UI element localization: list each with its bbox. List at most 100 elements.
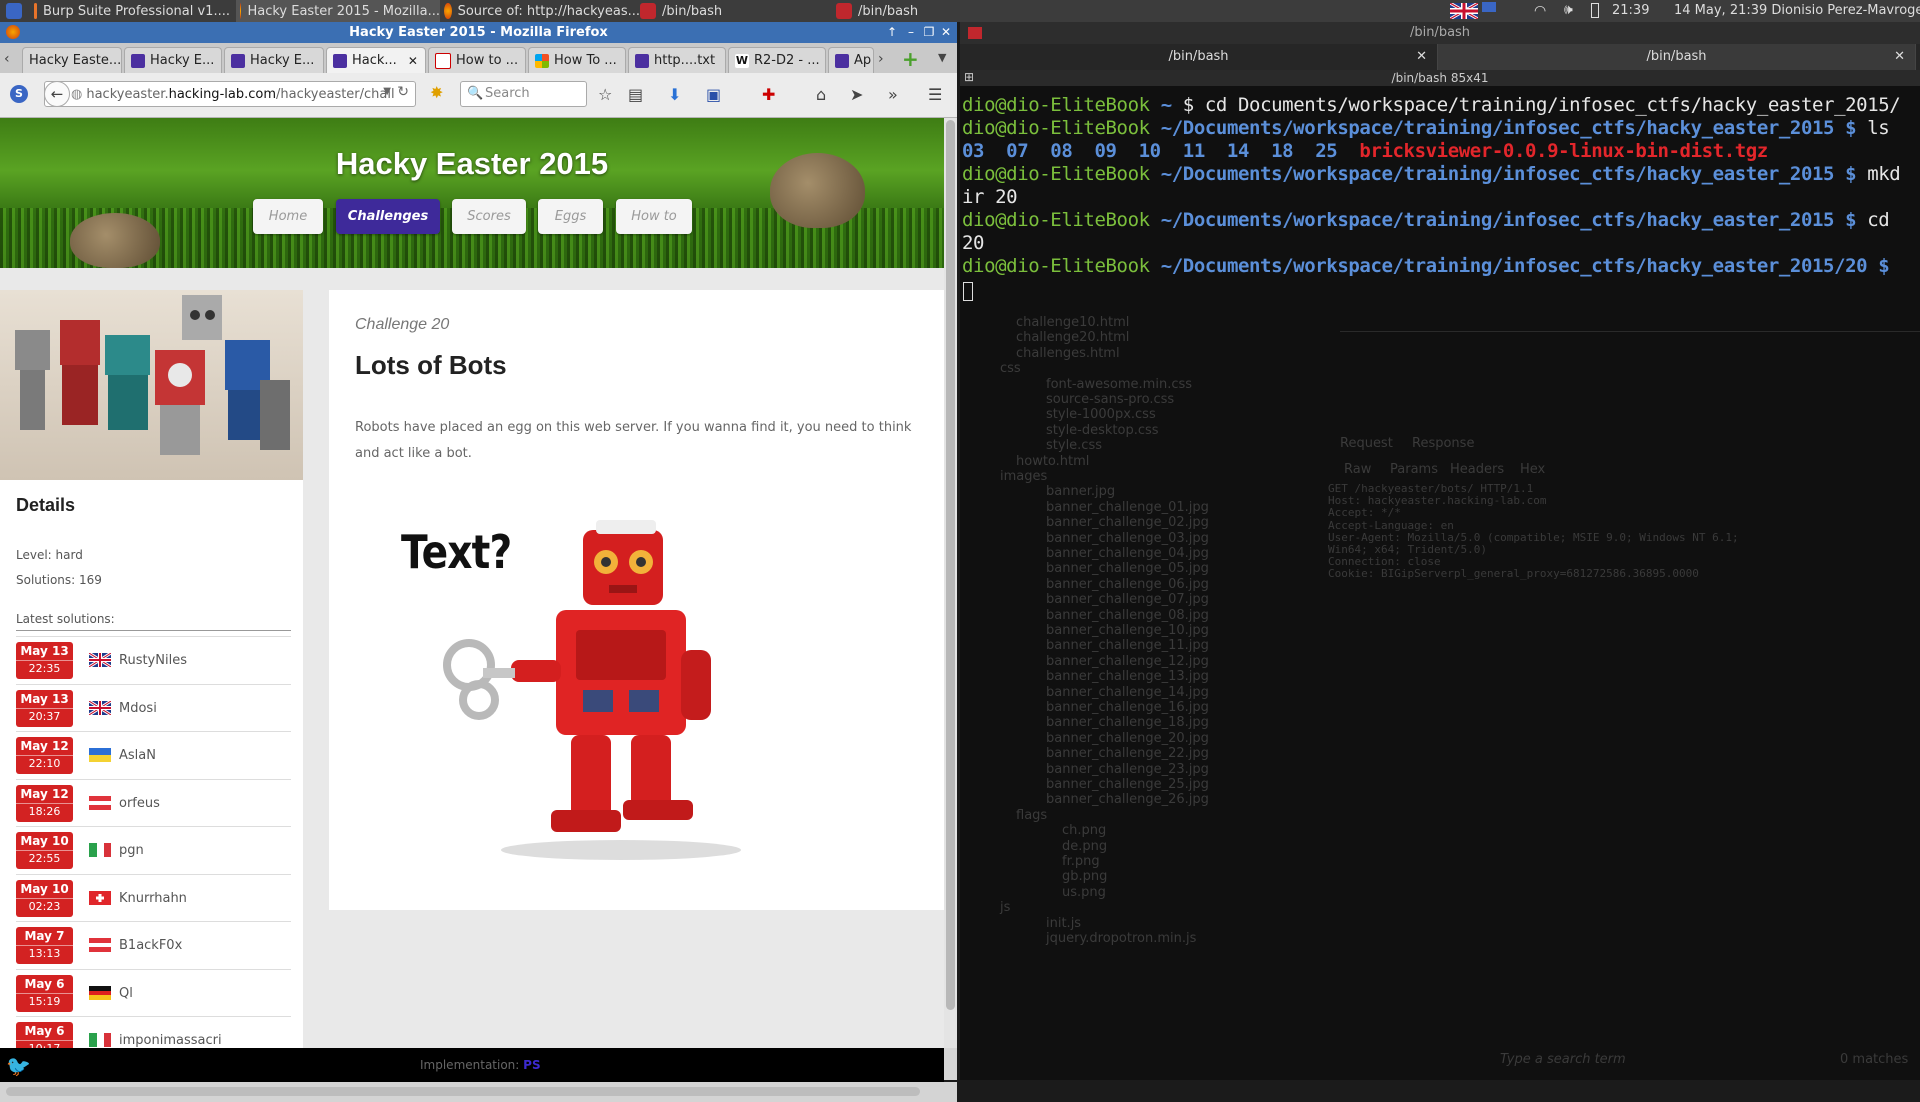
ghost-file-entry: banner_challenge_18.jpg bbox=[1046, 715, 1209, 731]
terminal-tab-1[interactable]: /bin/bash ✕ bbox=[960, 44, 1438, 70]
taskbar-item-firefox[interactable]: Hacky Easter 2015 - Mozilla... bbox=[236, 0, 440, 22]
download-icon[interactable]: ⬇ bbox=[668, 85, 681, 104]
taskbar-item-bash-1[interactable]: /bin/bash bbox=[640, 0, 790, 22]
workspace-icon[interactable] bbox=[1482, 2, 1496, 12]
twitter-icon[interactable]: 🐦 bbox=[6, 1054, 31, 1078]
scrollbar-thumb[interactable] bbox=[946, 120, 955, 1010]
tab-6[interactable]: How To ... bbox=[528, 47, 626, 73]
horizontal-scrollbar[interactable] bbox=[0, 1082, 957, 1102]
windows-favicon bbox=[535, 53, 549, 68]
tab-7[interactable]: http....txt bbox=[628, 47, 726, 73]
tab-close-icon[interactable]: ✕ bbox=[1894, 44, 1905, 70]
tab-list-icon[interactable]: ▼ bbox=[938, 51, 946, 64]
wifi-icon[interactable]: ◠ bbox=[1534, 3, 1546, 19]
wikipedia-favicon: W bbox=[735, 53, 749, 68]
sidebar: Details Level: hard Solutions: 169 Lates… bbox=[0, 290, 303, 1048]
split-icon[interactable]: ⊞ bbox=[964, 70, 974, 84]
save-icon[interactable]: ▣ bbox=[706, 85, 721, 104]
app-menu-icon[interactable] bbox=[6, 0, 22, 22]
ua-flag-icon bbox=[89, 748, 111, 762]
tab-9[interactable]: Ap bbox=[828, 47, 874, 73]
nav-challenges[interactable]: Challenges bbox=[336, 199, 440, 234]
ghost-file-entry: style-desktop.css bbox=[1046, 422, 1159, 438]
ghost-file-entry: challenge20.html bbox=[1016, 330, 1130, 346]
terminal-titlebar: /bin/bash bbox=[960, 22, 1920, 44]
tab-close-icon[interactable]: ✕ bbox=[408, 54, 418, 68]
bookmark-star-icon[interactable]: ☆ bbox=[598, 85, 612, 104]
battery-icon[interactable] bbox=[1591, 3, 1599, 18]
keyboard-layout-flag-icon[interactable] bbox=[1449, 1, 1479, 21]
nav-howto[interactable]: How to bbox=[616, 199, 692, 234]
site-identity-icon[interactable]: ◍ bbox=[71, 87, 82, 102]
send-icon[interactable]: ➤ bbox=[850, 85, 863, 104]
footer-link[interactable]: PS bbox=[523, 1058, 540, 1072]
hscroll-thumb[interactable] bbox=[6, 1087, 920, 1096]
tab-scroll-right-icon[interactable]: › bbox=[878, 51, 884, 67]
tab-close-icon[interactable]: ✕ bbox=[1416, 44, 1427, 70]
sync-icon[interactable]: S bbox=[10, 85, 28, 103]
minimize-button[interactable]: – bbox=[904, 25, 918, 39]
ghost-file-entry: us.png bbox=[1062, 884, 1106, 900]
restore-button[interactable]: ❐ bbox=[922, 25, 936, 39]
solution-time: 20:37 bbox=[16, 707, 73, 723]
firefox-titlebar: Hacky Easter 2015 - Mozilla Firefox ↑ – … bbox=[0, 22, 957, 43]
solution-date: May 6 bbox=[24, 976, 65, 991]
reading-list-icon[interactable]: ▤ bbox=[628, 85, 643, 104]
page-scrollbar[interactable] bbox=[944, 118, 957, 1048]
taskbar-item-source[interactable]: Source of: http://hackyeas... bbox=[444, 0, 640, 22]
taskbar-item-bash-2[interactable]: /bin/bash bbox=[836, 0, 986, 22]
terminal-tab-2[interactable]: /bin/bash ✕ bbox=[1438, 44, 1916, 70]
volume-icon[interactable]: 🕪 bbox=[1564, 2, 1573, 18]
de-flag-icon bbox=[89, 985, 111, 1000]
ghost-file-entry: howto.html bbox=[1016, 453, 1090, 469]
url-dropdown-icon[interactable]: ▼ bbox=[383, 86, 391, 97]
back-button[interactable]: ← bbox=[44, 81, 70, 107]
close-button[interactable]: ✕ bbox=[939, 25, 953, 39]
menu-icon[interactable]: ☰ bbox=[928, 85, 942, 104]
level-text: Level: hard bbox=[16, 548, 83, 562]
ghost-request-line: Connection: close bbox=[1328, 555, 1441, 569]
search-icon: 🔍 bbox=[467, 86, 484, 101]
date-badge: May 10 22:55 bbox=[16, 832, 73, 869]
solver-name: Ql bbox=[119, 985, 133, 1001]
solution-time: 10:17 bbox=[16, 1040, 73, 1048]
date-user[interactable]: 14 May, 21:39 Dionisio Perez-Mavrogenis bbox=[1674, 3, 1920, 18]
nav-scores[interactable]: Scores bbox=[452, 199, 526, 234]
terminal-body[interactable]: challenge10.html challenge20.html challeng… bbox=[960, 86, 1920, 1080]
new-tab-icon[interactable]: + bbox=[902, 47, 919, 71]
reload-icon[interactable]: ↻ bbox=[397, 84, 409, 100]
nav-eggs[interactable]: Eggs bbox=[538, 199, 603, 234]
ghost-tab-raw: Raw bbox=[1344, 462, 1372, 477]
tab-4-active[interactable]: Hack... ✕ bbox=[326, 47, 426, 73]
site-footer: 🐦 Implementation: PS bbox=[0, 1048, 944, 1082]
challenge-number: Challenge 20 bbox=[355, 316, 450, 333]
search-input[interactable]: 🔍 Search bbox=[460, 81, 587, 107]
tab-5[interactable]: How to ... bbox=[428, 47, 526, 73]
terminal-tab-strip: /bin/bash ✕ /bin/bash ✕ bbox=[960, 44, 1920, 70]
solution-date: May 13 bbox=[20, 691, 69, 706]
overflow-icon[interactable]: » bbox=[888, 85, 898, 104]
tab-2[interactable]: Hacky E... bbox=[124, 47, 222, 73]
url-bar[interactable]: ◍ hackyeaster. hacking-lab.com/hackyeaste… bbox=[44, 81, 416, 107]
terminal-icon bbox=[968, 27, 982, 39]
home-icon[interactable]: ⌂ bbox=[816, 85, 826, 104]
nav-home[interactable]: Home bbox=[253, 199, 323, 234]
clock[interactable]: 21:39 bbox=[1612, 3, 1649, 18]
ghost-tab-hex: Hex bbox=[1520, 462, 1546, 477]
taskbar-item-burp[interactable]: Burp Suite Professional v1.... bbox=[34, 0, 230, 22]
tab-1[interactable]: Hacky Easte... bbox=[22, 47, 122, 73]
addon-red-cross-icon[interactable]: ✚ bbox=[762, 85, 775, 104]
details-heading: Details bbox=[16, 495, 76, 515]
ghost-request-line: Accept: */* bbox=[1328, 506, 1401, 520]
ghost-file-entry: style-1000px.css bbox=[1046, 407, 1156, 423]
latest-solution-row: May 6 15:19 Ql bbox=[16, 968, 291, 1014]
ghost-file-entry: banner_challenge_01.jpg bbox=[1046, 499, 1209, 515]
tab-3[interactable]: Hacky E... bbox=[224, 47, 324, 73]
maximize-up-icon[interactable]: ↑ bbox=[885, 25, 899, 39]
tab-scroll-left-icon[interactable]: ‹ bbox=[4, 51, 10, 67]
tab-8[interactable]: W R2-D2 - ... bbox=[728, 47, 826, 73]
terminal-line-8: dio@dio-EliteBook ~/Documents/workspace/… bbox=[962, 255, 1890, 277]
latest-solution-row: May 6 10:17 imponimassacri bbox=[16, 1016, 291, 1048]
ghost-file-entry: gb.png bbox=[1062, 869, 1108, 885]
addon-icon[interactable]: ✸ bbox=[430, 83, 443, 102]
